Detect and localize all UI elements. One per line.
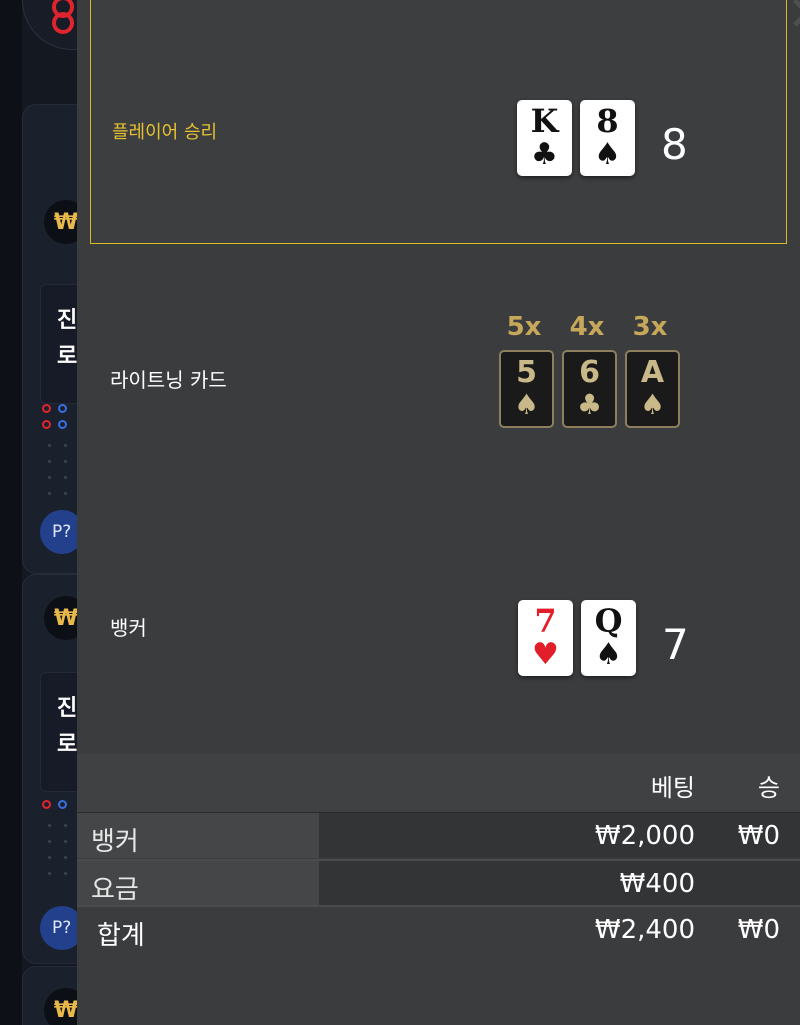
club-icon: ♣ [576,388,603,421]
spade-icon: ♠ [595,637,622,672]
roadmap-marker [58,800,67,809]
bet-amount: ₩400 [619,869,695,899]
player-card-2: 8 ♠ [580,100,635,176]
lobby-text-fragment: 로 [57,344,78,369]
lobby-text-fragment: 진 [57,308,78,333]
spade-icon: ♠ [594,137,621,172]
bet-name: 요금 [91,875,139,905]
spade-icon: ♠ [639,388,666,421]
lobby-left-edge [0,0,22,1025]
bet-name: 합계 [97,921,145,951]
bet-name: 뱅커 [91,827,139,857]
club-icon: ♣ [531,137,558,172]
bet-table-header: 베팅 승 [77,754,800,812]
lightning-cards-row: 라이트닝 카드 5x 5 ♠ 4x 6 ♣ 3x A ♠ [90,244,787,494]
heart-icon: ♥ [532,637,559,672]
close-icon[interactable]: ✕ [787,0,800,42]
lightning-multiplier: 5x [506,312,542,342]
banker-card-2: Q ♠ [581,600,636,676]
lightning-multiplier: 3x [632,312,668,342]
lightning-card-1: 5 ♠ [499,350,554,428]
win-column-header: 승 [757,774,780,802]
bet-row: 뱅커 ₩2,000 ₩0 [77,812,800,858]
lightning-multiplier: 4x [569,312,605,342]
spade-icon: ♠ [513,388,540,421]
win-amount: ₩0 [737,821,780,851]
roadmap-marker [42,404,51,413]
roadmap-marker [58,420,67,429]
player-win-label: 플레이어 승리 [112,122,218,143]
roadmap-marker [52,12,74,34]
bet-row: 요금 ₩400 [77,859,800,905]
banker-score: 7 [662,620,689,669]
bet-amount: ₩2,400 [594,915,695,945]
player-card-1: K ♣ [517,100,572,176]
lightning-card-2: 6 ♣ [562,350,617,428]
win-amount: ₩0 [737,915,780,945]
bet-amount: ₩2,000 [594,821,695,851]
roadmap-marker [42,420,51,429]
roadmap-marker [58,404,67,413]
bet-summary-table: 베팅 승 뱅커 ₩2,000 ₩0 요금 ₩400 합계 ₩2,400 ₩0 [77,754,800,1025]
lightning-cards-label: 라이트닝 카드 [110,368,227,392]
roadmap-marker [42,800,51,809]
bet-column-header: 베팅 [650,774,695,802]
bet-total-row: 합계 ₩2,400 ₩0 [77,905,800,951]
player-score: 8 [661,120,688,169]
banker-result-row: 뱅커 7 ♥ Q ♠ 7 [90,494,787,742]
player-result-row: 플레이어 승리 K ♣ 8 ♠ 8 [90,0,787,244]
lightning-card-3: A ♠ [625,350,680,428]
lobby-text-fragment: 로 [57,732,78,757]
lobby-text-fragment: 진 [57,696,78,721]
banker-label: 뱅커 [110,616,147,640]
banker-card-1: 7 ♥ [518,600,573,676]
